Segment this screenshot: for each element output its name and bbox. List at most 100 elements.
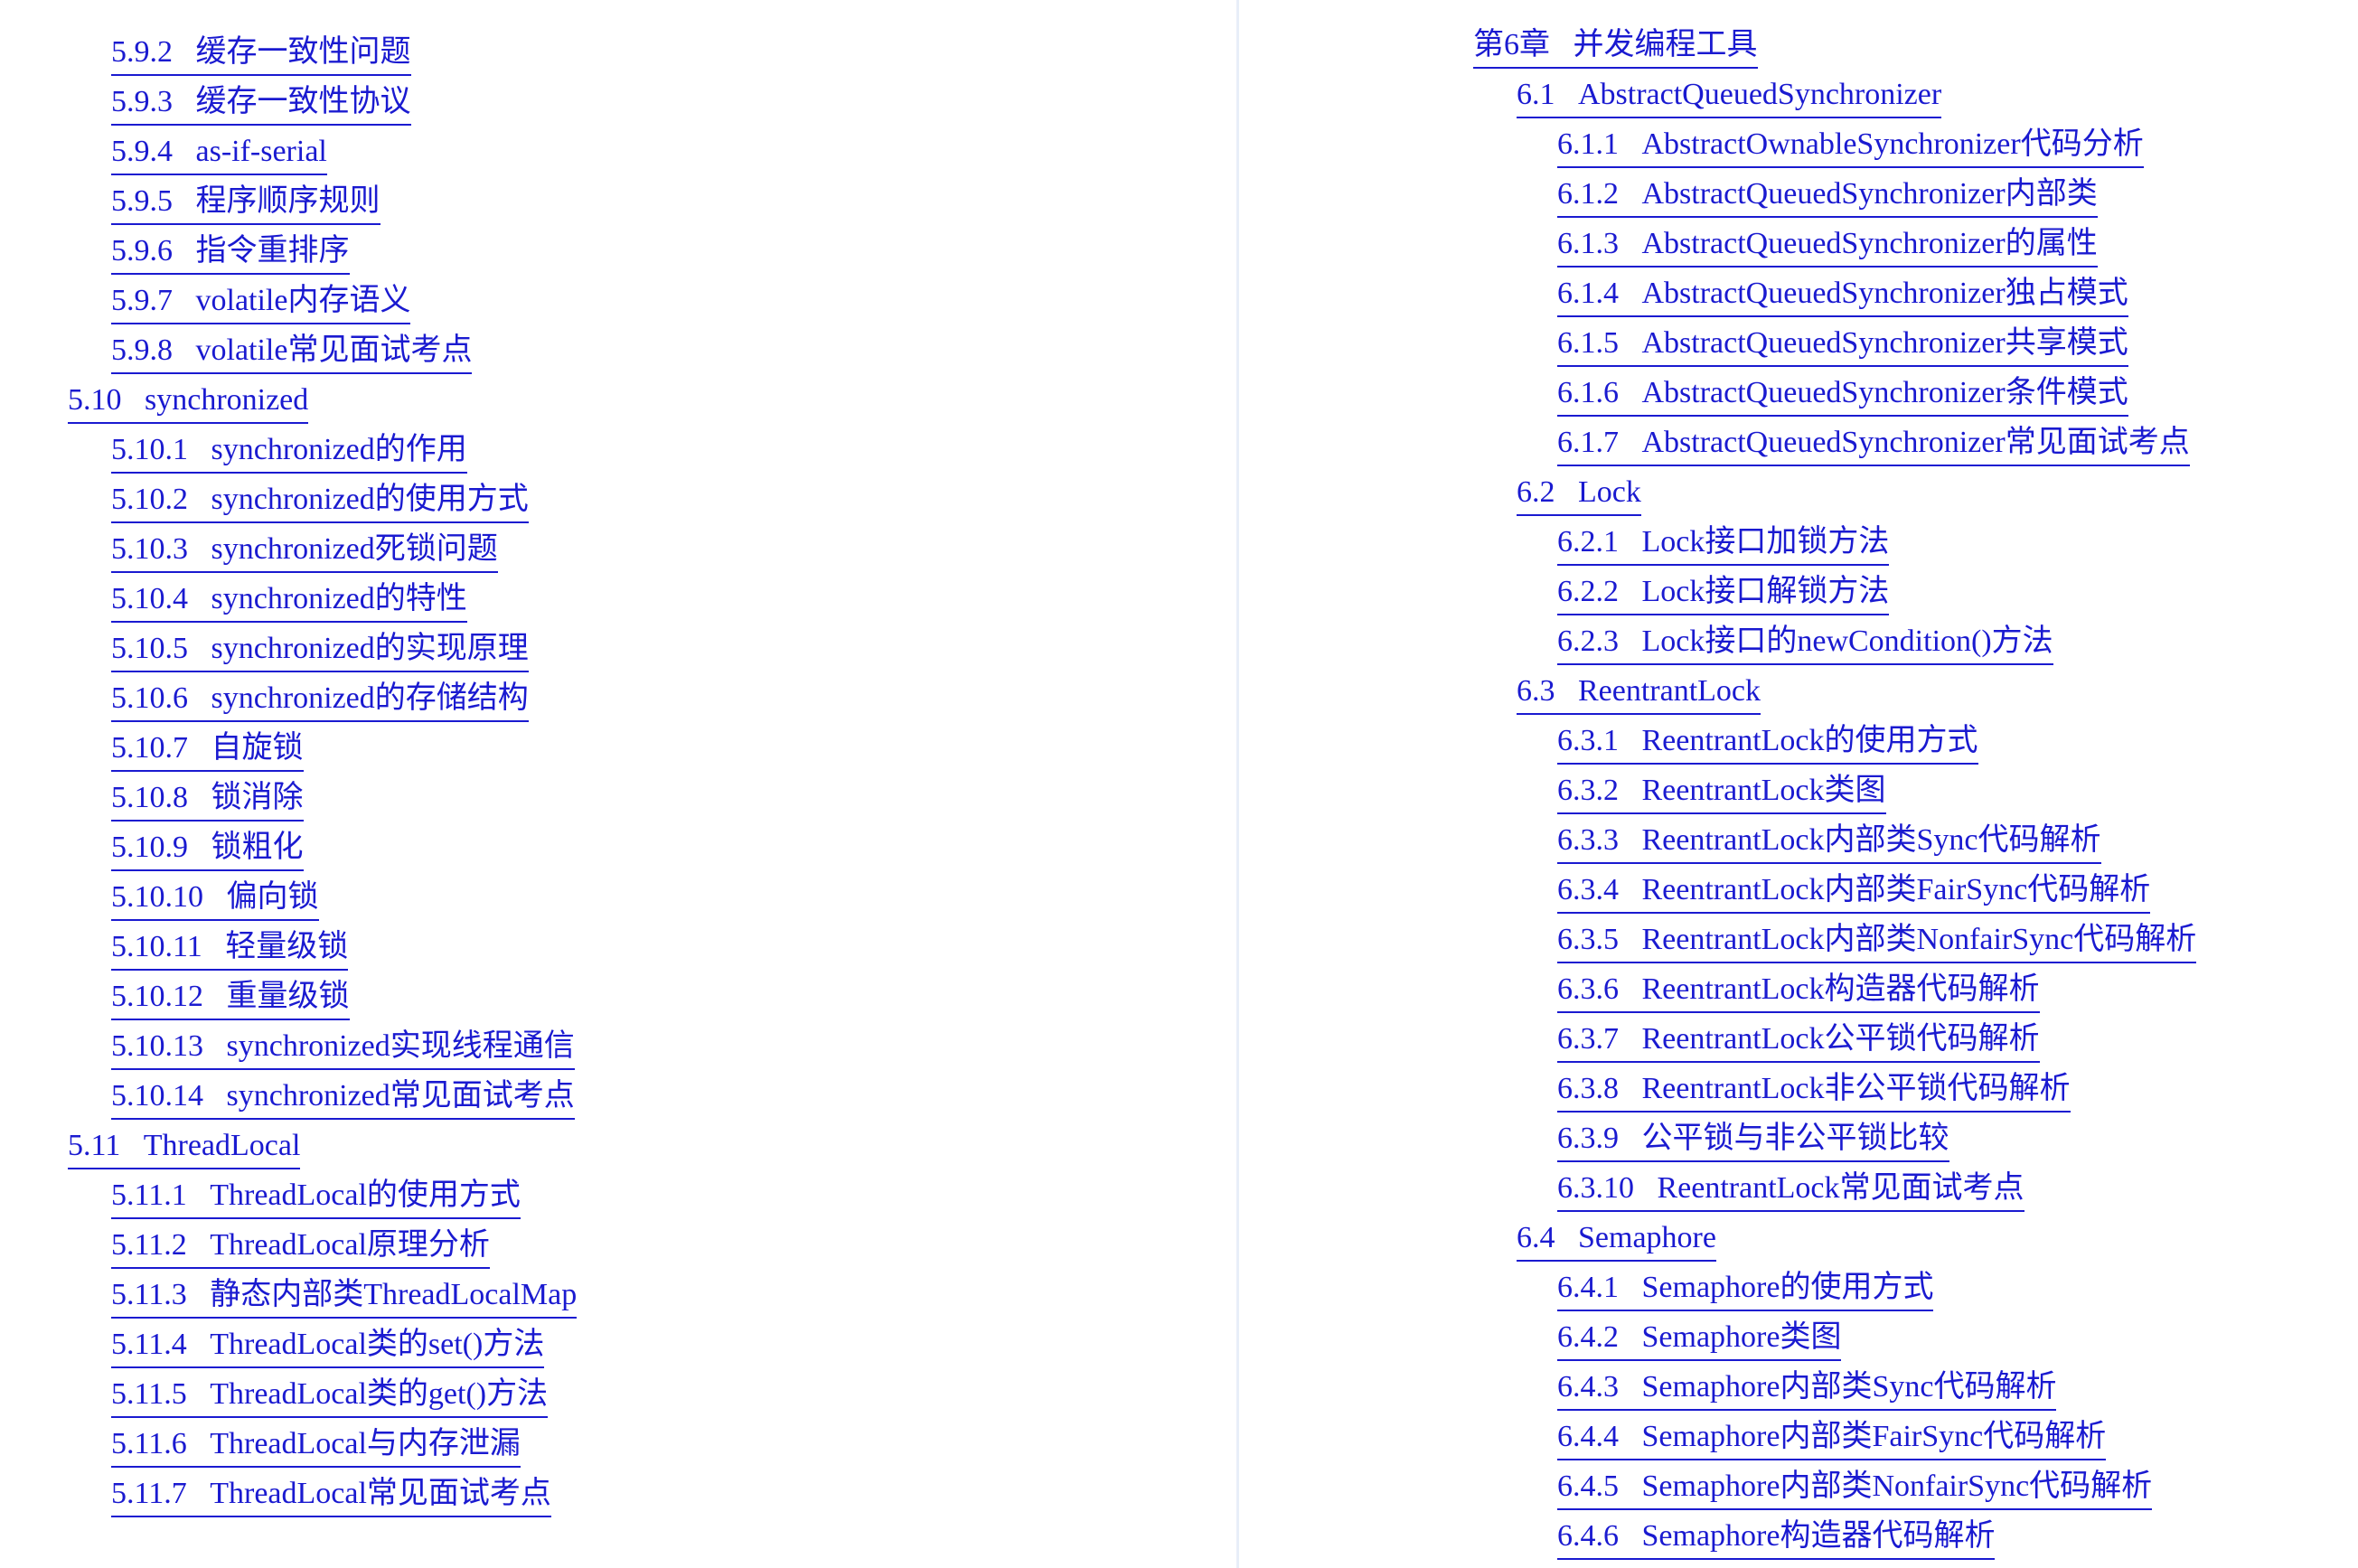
toc-entry-5-10-9[interactable]: 5.10.9 锁粗化 bbox=[0, 822, 1236, 872]
toc-entry-text: 6.2.1 Lock接口加锁方法 bbox=[1557, 521, 1890, 566]
toc-entry-5-11[interactable]: 5.11 ThreadLocal bbox=[0, 1121, 1236, 1170]
toc-entry-title: ReentrantLock类图 bbox=[1641, 774, 1886, 807]
toc-entry-number: 6.3.7 bbox=[1557, 1022, 1619, 1056]
toc-entry-number: 5.9.3 bbox=[111, 85, 173, 118]
toc-entry-separator bbox=[202, 930, 226, 963]
toc-entry-separator bbox=[203, 880, 227, 914]
toc-entry-6-1-7[interactable]: 6.1.7 AbstractQueuedSynchronizer常见面试考点 bbox=[1236, 418, 2358, 467]
toc-entry-5-10-6[interactable]: 5.10.6 synchronized的存储结构 bbox=[0, 673, 1236, 723]
toc-entry-6-3-10[interactable]: 6.3.10 ReentrantLock常见面试考点 bbox=[1236, 1163, 2358, 1213]
toc-entry-5-11-2[interactable]: 5.11.2 ThreadLocal原理分析 bbox=[0, 1220, 1236, 1270]
toc-entry-number: 6.2 bbox=[1517, 475, 1555, 509]
toc-entry-6-3[interactable]: 6.3 ReentrantLock bbox=[1236, 666, 2358, 716]
toc-entry-6-3-6[interactable]: 6.3.6 ReentrantLock构造器代码解析 bbox=[1236, 964, 2358, 1014]
toc-entry-6-3-3[interactable]: 6.3.3 ReentrantLock内部类Sync代码解析 bbox=[1236, 815, 2358, 865]
toc-entry-separator bbox=[187, 1477, 211, 1510]
toc-entry-6-1-1[interactable]: 6.1.1 AbstractOwnableSynchronizer代码分析 bbox=[1236, 119, 2358, 169]
toc-entry-5-9-7[interactable]: 5.9.7 volatile内存语义 bbox=[0, 276, 1236, 325]
toc-entry-6-4-1[interactable]: 6.4.1 Semaphore的使用方式 bbox=[1236, 1263, 2358, 1312]
toc-entry-text: 5.10.7 自旋锁 bbox=[111, 728, 304, 772]
toc-entry-5-10-3[interactable]: 5.10.3 synchronized死锁问题 bbox=[0, 524, 1236, 574]
toc-entry-title: ThreadLocal类的get()方法 bbox=[210, 1377, 549, 1411]
toc-entry-text: 5.10.6 synchronized的存储结构 bbox=[111, 678, 529, 722]
toc-entry-title: ReentrantLock内部类NonfairSync代码解析 bbox=[1641, 923, 2197, 956]
toc-entry-6-3-5[interactable]: 6.3.5 ReentrantLock内部类NonfairSync代码解析 bbox=[1236, 915, 2358, 964]
toc-entry-5-10-1[interactable]: 5.10.1 synchronized的作用 bbox=[0, 425, 1236, 474]
toc-entry-6-4-6[interactable]: 6.4.6 Semaphore构造器代码解析 bbox=[1236, 1511, 2358, 1561]
toc-entry-6-3-9[interactable]: 6.3.9 公平锁与非公平锁比较 bbox=[1236, 1113, 2358, 1163]
toc-entry-6-1-6[interactable]: 6.1.6 AbstractQueuedSynchronizer条件模式 bbox=[1236, 368, 2358, 418]
toc-entry-5-10-4[interactable]: 5.10.4 synchronized的特性 bbox=[0, 574, 1236, 624]
toc-entry-5-9-6[interactable]: 5.9.6 指令重排序 bbox=[0, 226, 1236, 276]
toc-entry-5-10-7[interactable]: 5.10.7 自旋锁 bbox=[0, 723, 1236, 773]
toc-entry-6-4-3[interactable]: 6.4.3 Semaphore内部类Sync代码解析 bbox=[1236, 1362, 2358, 1412]
toc-entry-5-10-5[interactable]: 5.10.5 synchronized的实现原理 bbox=[0, 624, 1236, 673]
toc-entry-6-4[interactable]: 6.4 Semaphore bbox=[1236, 1213, 2358, 1263]
toc-entry-5-10[interactable]: 5.10 synchronized bbox=[0, 375, 1236, 425]
toc-entry-6-2-1[interactable]: 6.2.1 Lock接口加锁方法 bbox=[1236, 517, 2358, 567]
toc-entry-6-2-2[interactable]: 6.2.2 Lock接口解锁方法 bbox=[1236, 567, 2358, 616]
toc-entry-text: 6.2.2 Lock接口解锁方法 bbox=[1557, 571, 1890, 615]
toc-entry-6-1-3[interactable]: 6.1.3 AbstractQueuedSynchronizer的属性 bbox=[1236, 219, 2358, 268]
toc-entry-6-1[interactable]: 6.1 AbstractQueuedSynchronizer bbox=[1236, 70, 2358, 119]
toc-entry-text: 6.3.4 ReentrantLock内部类FairSync代码解析 bbox=[1557, 869, 2151, 914]
toc-entry-text: 6.1.1 AbstractOwnableSynchronizer代码分析 bbox=[1557, 124, 2144, 168]
toc-entry-title: 重量级锁 bbox=[226, 980, 350, 1013]
toc-entry-title: ThreadLocal常见面试考点 bbox=[210, 1477, 551, 1510]
toc-entry-text: 6.4 Semaphore bbox=[1517, 1217, 1716, 1262]
toc-entry-6-3-8[interactable]: 6.3.8 ReentrantLock非公平锁代码解析 bbox=[1236, 1064, 2358, 1113]
toc-entry-5-11-3[interactable]: 5.11.3 静态内部类ThreadLocalMap bbox=[0, 1270, 1236, 1319]
toc-entry-5-9-2[interactable]: 5.9.2 缓存一致性问题 bbox=[0, 27, 1236, 77]
toc-entry-5-10-11[interactable]: 5.10.11 轻量级锁 bbox=[0, 922, 1236, 972]
toc-entry-title: 锁粗化 bbox=[211, 831, 304, 864]
toc-entry-separator bbox=[187, 1377, 211, 1411]
toc-entry-title: synchronized bbox=[145, 383, 309, 417]
toc-entry-5-10-2[interactable]: 5.10.2 synchronized的使用方式 bbox=[0, 474, 1236, 524]
toc-entry-5-9-3[interactable]: 5.9.3 缓存一致性协议 bbox=[0, 77, 1236, 127]
toc-entry-6-1-2[interactable]: 6.1.2 AbstractQueuedSynchronizer内部类 bbox=[1236, 169, 2358, 219]
toc-entry-separator bbox=[187, 1278, 211, 1311]
toc-entry-6-4-2[interactable]: 6.4.2 Semaphore类图 bbox=[1236, 1312, 2358, 1362]
toc-entry-6-3-4[interactable]: 6.3.4 ReentrantLock内部类FairSync代码解析 bbox=[1236, 865, 2358, 915]
toc-entry-title: volatile常见面试考点 bbox=[195, 333, 473, 367]
toc-entry-5-11-5[interactable]: 5.11.5 ThreadLocal类的get()方法 bbox=[0, 1369, 1236, 1419]
toc-entry-number: 6.1.4 bbox=[1557, 277, 1619, 310]
toc-entry-6-2[interactable]: 6.2 Lock bbox=[1236, 467, 2358, 517]
toc-entry-number: 6.1.3 bbox=[1557, 227, 1619, 260]
toc-entry-6-3-1[interactable]: 6.3.1 ReentrantLock的使用方式 bbox=[1236, 716, 2358, 765]
toc-entry-6-1-5[interactable]: 6.1.5 AbstractQueuedSynchronizer共享模式 bbox=[1236, 318, 2358, 368]
toc-entry-title: ReentrantLock构造器代码解析 bbox=[1641, 972, 2040, 1006]
toc-entry-5-10-8[interactable]: 5.10.8 锁消除 bbox=[0, 773, 1236, 822]
toc-entry-6-3-7[interactable]: 6.3.7 ReentrantLock公平锁代码解析 bbox=[1236, 1014, 2358, 1064]
toc-entry-separator bbox=[173, 284, 196, 317]
toc-entry-number: 5.11.2 bbox=[111, 1228, 187, 1262]
toc-entry-5-11-6[interactable]: 5.11.6 ThreadLocal与内存泄漏 bbox=[0, 1419, 1236, 1469]
toc-entry-6-4-5[interactable]: 6.4.5 Semaphore内部类NonfairSync代码解析 bbox=[1236, 1461, 2358, 1511]
toc-entry-5-10-12[interactable]: 5.10.12 重量级锁 bbox=[0, 972, 1236, 1021]
toc-entry-separator bbox=[1634, 1171, 1658, 1205]
toc-entry-5-11-7[interactable]: 5.11.7 ThreadLocal常见面试考点 bbox=[0, 1469, 1236, 1518]
toc-entry-5-10-10[interactable]: 5.10.10 偏向锁 bbox=[0, 872, 1236, 922]
toc-entry-5-11-4[interactable]: 5.11.4 ThreadLocal类的set()方法 bbox=[0, 1319, 1236, 1369]
toc-entry-6-1-4[interactable]: 6.1.4 AbstractQueuedSynchronizer独占模式 bbox=[1236, 268, 2358, 318]
toc-entry-6-4-4[interactable]: 6.4.4 Semaphore内部类FairSync代码解析 bbox=[1236, 1412, 2358, 1461]
toc-entry-separator bbox=[1619, 575, 1642, 608]
toc-entry-5-10-14[interactable]: 5.10.14 synchronized常见面试考点 bbox=[0, 1071, 1236, 1121]
toc-entry-title: 指令重排序 bbox=[195, 234, 350, 268]
toc-entry-6-2-3[interactable]: 6.2.3 Lock接口的newCondition()方法 bbox=[1236, 616, 2358, 666]
toc-entry-separator bbox=[1619, 873, 1642, 906]
toc-entry-6-3-2[interactable]: 6.3.2 ReentrantLock类图 bbox=[1236, 765, 2358, 815]
toc-entry-number: 5.10.11 bbox=[111, 930, 202, 963]
toc-entry-5-9-4[interactable]: 5.9.4 as-if-serial bbox=[0, 127, 1236, 176]
toc-entry-5-9-5[interactable]: 5.9.5 程序顺序规则 bbox=[0, 176, 1236, 226]
toc-entry-number: 5.10.14 bbox=[111, 1079, 203, 1113]
toc-entry-title: Semaphore bbox=[1578, 1221, 1716, 1254]
toc-entry-5-10-13[interactable]: 5.10.13 synchronized实现线程通信 bbox=[0, 1021, 1236, 1071]
toc-entry-5-11-1[interactable]: 5.11.1 ThreadLocal的使用方式 bbox=[0, 1170, 1236, 1220]
toc-entry-number: 5.11.4 bbox=[111, 1328, 187, 1361]
toc-entry-第6章[interactable]: 第6章 并发编程工具 bbox=[1236, 20, 2358, 70]
toc-entry-5-9-8[interactable]: 5.9.8 volatile常见面试考点 bbox=[0, 325, 1236, 375]
toc-entry-title: volatile内存语义 bbox=[195, 284, 411, 317]
toc-entry-title: 程序顺序规则 bbox=[195, 184, 380, 218]
toc-entry-separator bbox=[1619, 1519, 1642, 1553]
